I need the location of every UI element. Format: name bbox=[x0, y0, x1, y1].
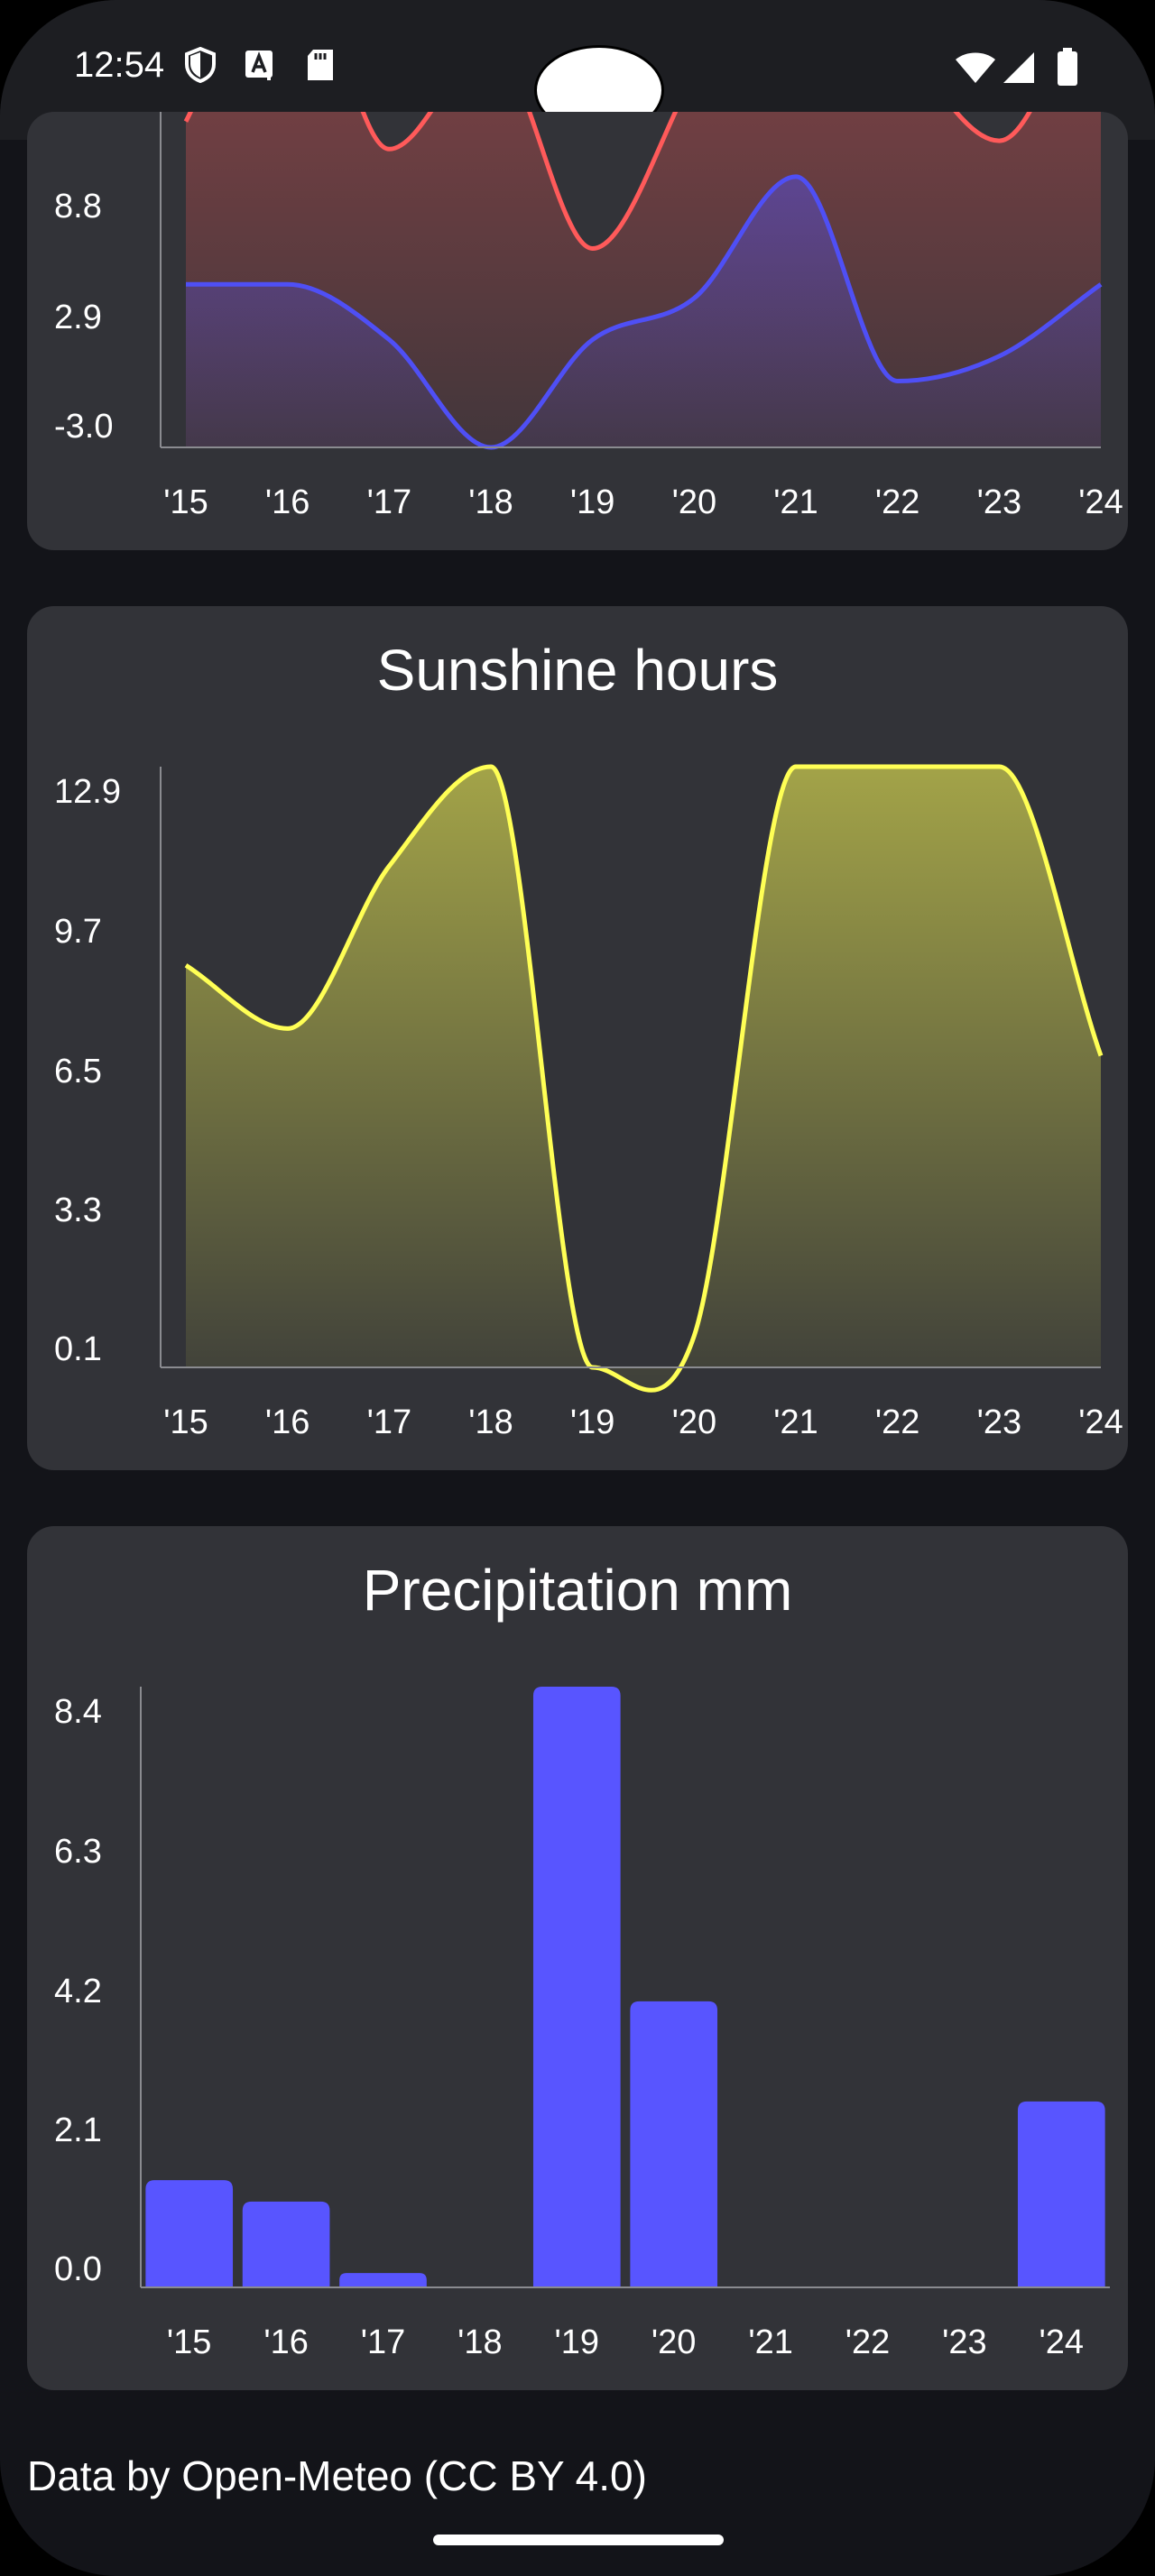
precip-bar bbox=[242, 2201, 330, 2287]
signal-icon bbox=[1003, 52, 1034, 83]
precip-bar bbox=[630, 2001, 718, 2287]
x-tick-label: '24 bbox=[1040, 2323, 1085, 2361]
sunshine-area bbox=[186, 767, 1101, 1391]
y-tick-label: -3.0 bbox=[54, 408, 113, 446]
x-tick-label: '18 bbox=[468, 483, 513, 521]
y-tick-label: 6.3 bbox=[54, 1833, 102, 1871]
x-tick-label: '17 bbox=[367, 483, 412, 521]
x-tick-label: '15 bbox=[167, 2323, 212, 2361]
x-tick-label: '23 bbox=[942, 2323, 987, 2361]
x-tick-label: '17 bbox=[361, 2323, 406, 2361]
font-icon bbox=[245, 51, 273, 80]
x-tick-label: '23 bbox=[977, 483, 1022, 521]
wifi-icon bbox=[956, 52, 995, 83]
y-tick-label: 8.4 bbox=[54, 1693, 102, 1731]
sunshine-chart: 12.9 9.7 6.5 3.3 0.1 '15 '16 '17 '18 '19 '20 '… bbox=[54, 764, 1123, 1441]
x-tick-label: '23 bbox=[977, 1403, 1022, 1441]
y-tick-label: 4.2 bbox=[54, 1973, 102, 2010]
y-tick-label: 9.7 bbox=[54, 913, 102, 951]
y-tick-label: 3.3 bbox=[54, 1191, 102, 1229]
x-tick-label: '15 bbox=[163, 483, 208, 521]
x-tick-label: '16 bbox=[265, 483, 310, 521]
phone-screen: 12:54 8.8 2.9 -3.0 '15 '16 '17 '18 '19 '… bbox=[0, 0, 1155, 2576]
status-time: 12:54 bbox=[74, 45, 165, 85]
y-tick-label: 0.1 bbox=[54, 1330, 102, 1368]
temperature-card: 8.8 2.9 -3.0 '15 '16 '17 '18 '19 '20 '21 '22 '23… bbox=[27, 112, 1128, 550]
precipitation-chart: 8.4 6.3 4.2 2.1 0.0 '15 '16 '17 '18 '19 '20 '2… bbox=[54, 1687, 1110, 2361]
x-tick-label: '21 bbox=[773, 483, 818, 521]
y-tick-label: 8.8 bbox=[54, 188, 102, 225]
x-tick-label: '16 bbox=[263, 2323, 309, 2361]
x-tick-label: '24 bbox=[1078, 483, 1123, 521]
x-tick-label: '22 bbox=[875, 483, 920, 521]
temperature-chart: 8.8 2.9 -3.0 '15 '16 '17 '18 '19 '20 '21 '22 '23… bbox=[54, 112, 1123, 521]
x-tick-label: '19 bbox=[570, 1403, 615, 1441]
y-tick-label: 12.9 bbox=[54, 773, 121, 811]
precip-bar bbox=[1017, 2101, 1105, 2287]
sd-card-icon bbox=[308, 50, 333, 80]
precip-bar bbox=[339, 2273, 427, 2287]
x-tick-label: '20 bbox=[672, 1403, 717, 1441]
x-tick-label: '24 bbox=[1078, 1403, 1123, 1441]
x-tick-label: '19 bbox=[555, 2323, 600, 2361]
x-tick-label: '17 bbox=[367, 1403, 412, 1441]
sunshine-card: Sunshine hours 12.9 9.7 6.5 3.3 0.1 '15 '… bbox=[27, 606, 1128, 1470]
gesture-bar[interactable] bbox=[433, 2535, 724, 2545]
x-tick-label: '16 bbox=[265, 1403, 310, 1441]
precipitation-card: Precipitation mm 8.4 6.3 4.2 2.1 0.0 '15… bbox=[27, 1526, 1128, 2390]
x-tick-label: '18 bbox=[457, 2323, 503, 2361]
x-tick-label: '22 bbox=[845, 2323, 891, 2361]
precip-bar bbox=[145, 2180, 234, 2287]
x-tick-label: '20 bbox=[672, 483, 717, 521]
battery-icon bbox=[1058, 48, 1077, 86]
y-tick-label: 2.9 bbox=[54, 299, 102, 336]
y-tick-label: 0.0 bbox=[54, 2250, 102, 2288]
x-tick-label: '19 bbox=[570, 483, 615, 521]
shield-icon bbox=[185, 47, 216, 83]
x-tick-label: '15 bbox=[163, 1403, 208, 1441]
x-tick-label: '22 bbox=[875, 1403, 920, 1441]
x-tick-label: '21 bbox=[773, 1403, 818, 1441]
precip-bar bbox=[532, 1687, 621, 2287]
y-tick-label: 2.1 bbox=[54, 2111, 102, 2149]
x-tick-label: '21 bbox=[748, 2323, 793, 2361]
attribution-text[interactable]: Data by Open-Meteo (CC BY 4.0) bbox=[27, 2452, 647, 2500]
x-tick-label: '20 bbox=[651, 2323, 697, 2361]
y-tick-label: 6.5 bbox=[54, 1053, 102, 1090]
x-tick-label: '18 bbox=[468, 1403, 513, 1441]
